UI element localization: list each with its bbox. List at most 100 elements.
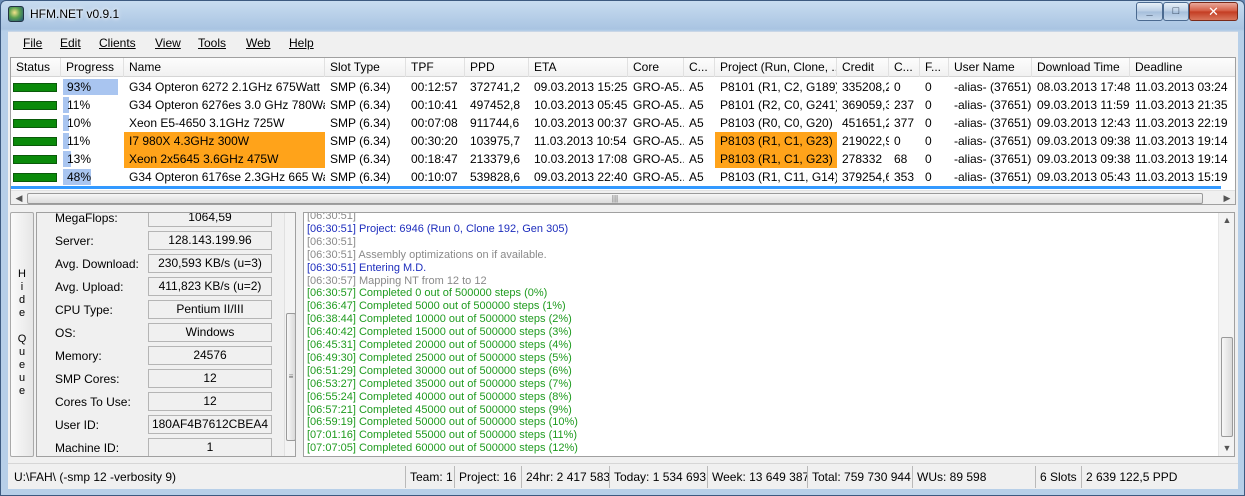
column-header-name[interactable]: Name	[124, 58, 325, 77]
progress-cell: 11%	[61, 132, 124, 150]
core-version-cell: A5	[689, 152, 704, 166]
column-header-user-name[interactable]: User Name	[949, 58, 1032, 77]
tpf-cell: 00:12:57	[411, 80, 458, 94]
table-row[interactable]: 10% Xeon E5-4650 3.1GHz 725W SMP (6.34) 00:…	[11, 114, 1235, 132]
column-header-tpf[interactable]: TPF	[406, 58, 465, 77]
scroll-thumb[interactable]: |||	[27, 193, 1203, 204]
minimize-button[interactable]: _	[1136, 2, 1163, 21]
status-bar: U:\FAH\ (-smp 12 -verbosity 9) Team: 1 P…	[8, 463, 1238, 489]
column-header-failed[interactable]: F...	[920, 58, 949, 77]
log-line: [06:45:31] Completed 20000 out of 500000…	[307, 339, 572, 351]
column-header-status[interactable]: Status	[11, 58, 61, 77]
log-line: [06:59:19] Completed 50000 out of 500000…	[307, 416, 578, 429]
credit-cell: 379254,6	[842, 170, 889, 184]
menu-view[interactable]: View	[155, 36, 181, 50]
scroll-up-icon[interactable]: ▲	[1221, 214, 1233, 226]
core-cell: GRO-A5...	[633, 134, 684, 148]
eta-cell: 09.03.2013 22:40	[534, 170, 628, 184]
grid-horizontal-scrollbar[interactable]: ◀ ||| ▶	[11, 190, 1235, 204]
eta-cell: 10.03.2013 05:45	[534, 98, 628, 112]
queue-field: Cores To Use: 12	[41, 391, 277, 413]
ppd-cell: 539828,6	[470, 170, 521, 184]
progress-cell: 11%	[61, 96, 124, 114]
app-window: HFM.NET v0.9.1 _ □ ✕ File Edit Clients V…	[0, 0, 1245, 496]
queue-field-value: 12	[148, 369, 272, 388]
selection-indicator	[11, 186, 1221, 189]
table-row[interactable]: 93% G34 Opteron 6272 2.1GHz 675Watt SMP (6…	[11, 78, 1235, 96]
queue-field: Avg. Download: 230,593 KB/s (u=3)	[41, 253, 277, 275]
core-version-cell: A5	[689, 98, 704, 112]
status-running-indicator	[13, 173, 57, 182]
column-header-ppd[interactable]: PPD	[465, 58, 529, 77]
menu-bar: File Edit Clients View Tools Web Help	[8, 31, 1238, 55]
column-header-project[interactable]: Project (Run, Clone, ...	[715, 58, 837, 77]
column-header-credit[interactable]: Credit	[837, 58, 889, 77]
credit-cell: 219022,9	[842, 134, 889, 148]
table-row[interactable]: 48% G34 Opteron 6176se 2.3GHz 665 Watt SMP…	[11, 168, 1235, 186]
log-viewer[interactable]: [06:30:51] [06:30:51] Project: 6946 (Run …	[303, 212, 1235, 457]
progress-text: 93%	[67, 80, 92, 94]
queue-field-value: 1	[148, 438, 272, 456]
queue-field-value: 128.143.199.96	[148, 231, 272, 250]
table-row[interactable]: 11% G34 Opteron 6276es 3.0 GHz 780Watt SMP…	[11, 96, 1235, 114]
core-cell: GRO-A5...	[633, 116, 684, 130]
queue-field-label: MegaFlops:	[55, 212, 118, 225]
progress-text: 13%	[67, 152, 92, 166]
maximize-button[interactable]: □	[1163, 2, 1189, 21]
queue-field-label: Cores To Use:	[55, 395, 131, 409]
core-version-cell: A5	[689, 134, 704, 148]
column-header-deadline[interactable]: Deadline	[1130, 58, 1235, 77]
user-name-cell: -alias- (37651)	[954, 134, 1032, 148]
menu-help[interactable]: Help	[289, 36, 314, 50]
scroll-right-icon[interactable]: ▶	[1220, 192, 1234, 204]
grid-header: Status Progress Name Slot Type TPF PPD ETA Core…	[11, 58, 1235, 77]
scroll-down-icon[interactable]: ▼	[1221, 442, 1233, 454]
queue-field-label: Server:	[55, 234, 94, 248]
column-header-download-time[interactable]: Download Time	[1032, 58, 1130, 77]
progress-cell: 13%	[61, 150, 124, 168]
close-button[interactable]: ✕	[1189, 2, 1238, 21]
column-header-slot-type[interactable]: Slot Type	[325, 58, 406, 77]
log-line: [06:30:51] Assembly optimizations on if …	[307, 248, 547, 261]
log-line: [07:01:16] Completed 55000 out of 500000…	[307, 429, 578, 442]
log-line: [06:55:24] Completed 40000 out of 500000…	[307, 390, 572, 403]
credit-cell: 451651,2	[842, 116, 889, 130]
queue-scroll-thumb[interactable]: ≡	[286, 313, 295, 441]
column-header-core[interactable]: Core	[628, 58, 684, 77]
core-version-cell: A5	[689, 170, 704, 184]
slot-type-cell: SMP (6.34)	[330, 170, 391, 184]
log-line: [06:30:51] Project: 6946 (Run 0, Clone 1…	[307, 222, 569, 235]
status-team: Team: 1	[405, 466, 454, 488]
column-header-completed[interactable]: C...	[889, 58, 920, 77]
menu-web[interactable]: Web	[246, 36, 270, 50]
queue-field-value: Pentium II/III	[148, 300, 272, 319]
core-cell: GRO-A5...	[633, 80, 684, 94]
name-cell: I7 980X 4.3GHz 300W	[124, 132, 325, 150]
download-time-cell: 09.03.2013 09:38	[1037, 152, 1130, 166]
failed-cell: 0	[925, 98, 932, 112]
log-scrollbar[interactable]: ▲ ▼	[1218, 213, 1234, 456]
log-line: [06:30:51]	[307, 212, 356, 222]
queue-field-label: Avg. Download:	[55, 257, 139, 271]
table-row[interactable]: 11% I7 980X 4.3GHz 300W SMP (6.34) 00:30:20…	[11, 132, 1235, 150]
queue-field-value: 1064,59	[148, 213, 272, 227]
menu-clients[interactable]: Clients	[99, 36, 136, 50]
hide-queue-button[interactable]: Hide Queue	[10, 212, 34, 457]
menu-edit[interactable]: Edit	[60, 36, 81, 50]
column-header-eta[interactable]: ETA	[529, 58, 628, 77]
user-name-cell: -alias- (37651)	[954, 170, 1032, 184]
failed-cell: 0	[925, 80, 932, 94]
project-cell: P8103 (R1, C1, G23)	[715, 132, 837, 150]
log-scroll-thumb[interactable]	[1221, 337, 1233, 437]
queue-field-value: 180AF4B7612CBEA4	[148, 415, 272, 434]
menu-file[interactable]: File	[23, 36, 42, 50]
queue-fields: MegaFlops: 1064,59 Server: 128.143.199.96 Av…	[41, 212, 277, 456]
slot-type-cell: SMP (6.34)	[330, 152, 391, 166]
queue-scrollbar[interactable]: ≡	[284, 213, 295, 456]
progress-cell: 48%	[61, 168, 124, 186]
table-row[interactable]: 13% Xeon 2x5645 3.6GHz 475W SMP (6.34) 00:1…	[11, 150, 1235, 168]
menu-tools[interactable]: Tools	[198, 36, 226, 50]
column-header-core-version[interactable]: C...	[684, 58, 715, 77]
column-header-progress[interactable]: Progress	[61, 58, 124, 77]
scroll-left-icon[interactable]: ◀	[12, 192, 26, 204]
